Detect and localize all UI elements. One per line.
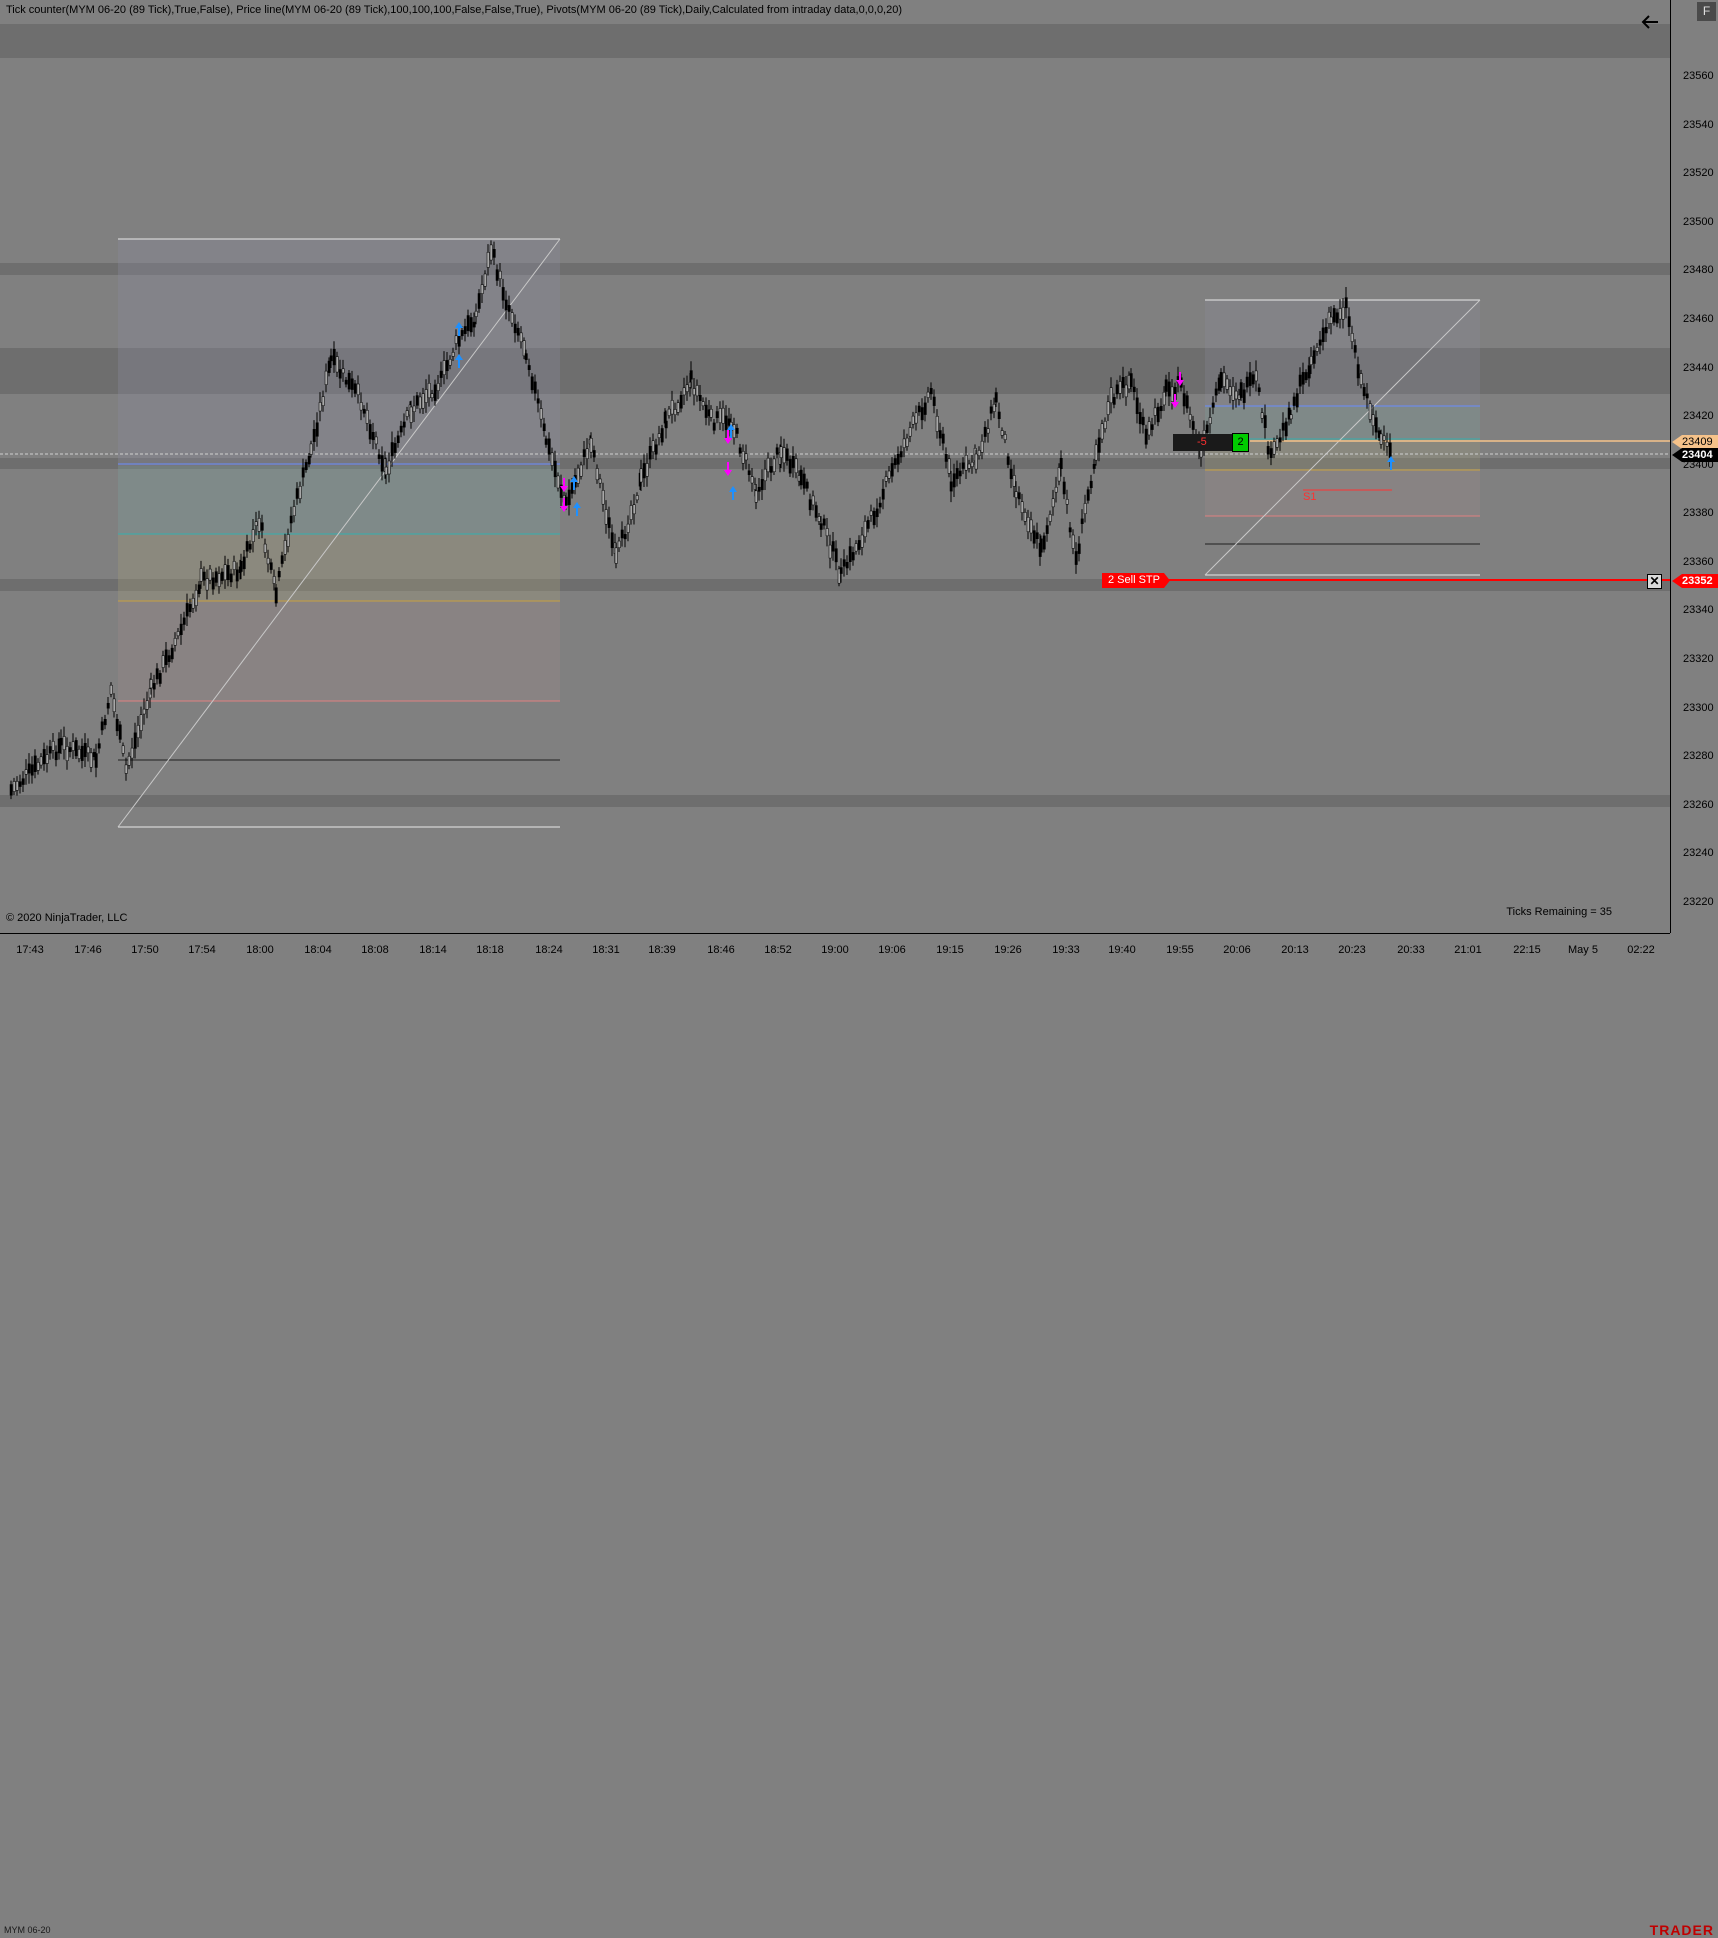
time-tick-label: 20:33 — [1397, 944, 1425, 956]
instrument-tab[interactable]: MYM 06-20 — [4, 1925, 51, 1935]
buy-marker-icon — [573, 502, 581, 516]
time-tick-label: 18:18 — [476, 944, 504, 956]
price-tick-label: 23260 — [1683, 799, 1714, 811]
time-tick-label: 21:01 — [1454, 944, 1482, 956]
time-tick-label: 17:54 — [188, 944, 216, 956]
band — [0, 795, 1670, 807]
price-tick-label: 23440 — [1683, 362, 1714, 374]
buy-marker-icon — [729, 486, 737, 500]
price-tick-label: 23420 — [1683, 410, 1714, 422]
price-tick-label: 23380 — [1683, 507, 1714, 519]
price-tick-label: 23460 — [1683, 313, 1714, 325]
time-tick-label: 18:24 — [535, 944, 563, 956]
price-tick-label: 23320 — [1683, 653, 1714, 665]
price-tick-label: 23340 — [1683, 604, 1714, 616]
price-tick-label: 23520 — [1683, 167, 1714, 179]
price-tick-label: 23500 — [1683, 216, 1714, 228]
time-tick-label: 18:31 — [592, 944, 620, 956]
time-tick-label: 02:22 — [1627, 944, 1655, 956]
bottom-bar: MYM 06-20 TRADER — [0, 961, 1718, 1938]
price-tick-label: 23360 — [1683, 556, 1714, 568]
price-tick-label: 23300 — [1683, 702, 1714, 714]
time-tick-label: 17:46 — [74, 944, 102, 956]
time-tick-label: 18:00 — [246, 944, 274, 956]
fib-box-left[interactable] — [117, 238, 561, 828]
price-tick-label: 23240 — [1683, 847, 1714, 859]
ticks-remaining: Ticks Remaining = 35 — [1506, 906, 1612, 918]
price-tick-label: 23560 — [1683, 70, 1714, 82]
price-axis[interactable]: 23560 23540 23520 23500 23480 23460 23440 23420… — [1670, 0, 1718, 933]
time-tick-label: 19:00 — [821, 944, 849, 956]
price-chart[interactable] — [0, 0, 1670, 933]
time-tick-label: 19:26 — [994, 944, 1022, 956]
time-tick-label: 17:50 — [131, 944, 159, 956]
sell-stop-order-tag[interactable]: 2 Sell STP — [1102, 573, 1170, 588]
ninjatrader-logo: TRADER — [1649, 1922, 1714, 1938]
band — [0, 24, 1670, 58]
time-tick-label: 22:15 — [1513, 944, 1541, 956]
time-tick-label: 19:33 — [1052, 944, 1080, 956]
cancel-order-button[interactable]: ✕ — [1647, 574, 1662, 589]
time-tick-label: 19:40 — [1108, 944, 1136, 956]
copyright: © 2020 NinjaTrader, LLC — [6, 912, 128, 924]
time-tick-label: 20:13 — [1281, 944, 1309, 956]
time-tick-label: 19:15 — [936, 944, 964, 956]
position-quantity[interactable]: 2 — [1232, 433, 1249, 452]
pivot-s1-label: S1 — [1303, 491, 1317, 503]
time-tick-label: 18:46 — [707, 944, 735, 956]
time-tick-label: 18:04 — [304, 944, 332, 956]
price-tick-label: 23280 — [1683, 750, 1714, 762]
time-tick-label: May 5 — [1568, 944, 1598, 956]
time-axis[interactable]: 17:43 17:46 17:50 17:54 18:00 18:04 18:08 18:14… — [0, 933, 1670, 962]
time-tick-label: 20:06 — [1223, 944, 1251, 956]
time-tick-label: 20:23 — [1338, 944, 1366, 956]
time-tick-label: 18:08 — [361, 944, 389, 956]
price-tick-label: 23540 — [1683, 119, 1714, 131]
time-tick-label: 18:14 — [419, 944, 447, 956]
time-tick-label: 19:06 — [878, 944, 906, 956]
arrow-left-icon[interactable] — [1638, 10, 1662, 34]
indicator-label: Tick counter(MYM 06-20 (89 Tick),True,Fa… — [6, 4, 903, 16]
price-tick-label: 23480 — [1683, 264, 1714, 276]
time-tick-label: 18:52 — [764, 944, 792, 956]
time-tick-label: 19:55 — [1166, 944, 1194, 956]
position-pnl: -5 — [1197, 436, 1207, 448]
price-tick-label: 23220 — [1683, 896, 1714, 908]
time-tick-label: 17:43 — [16, 944, 44, 956]
chart-area[interactable]: Tick counter(MYM 06-20 (89 Tick),True,Fa… — [0, 0, 1670, 933]
time-tick-label: 18:39 — [648, 944, 676, 956]
